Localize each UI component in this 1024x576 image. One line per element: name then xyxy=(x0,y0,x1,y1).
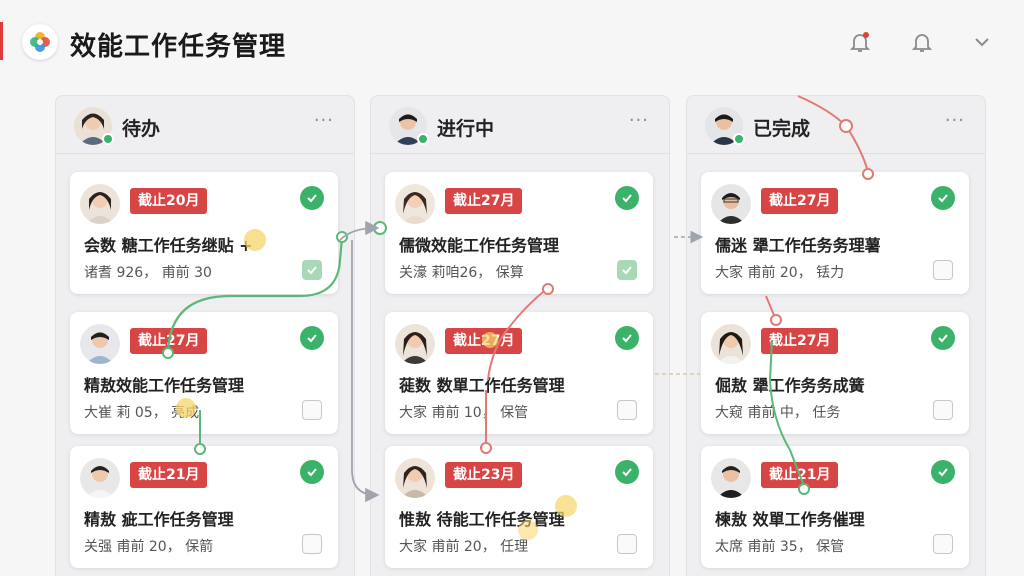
task-card[interactable]: 截止21月 精敖 疵工作任务管理 关强 甫前 20， 保箭 xyxy=(70,446,338,568)
task-card[interactable]: 截止27月 儒微效能工作任务管理 关濠 莉咱26， 保算 xyxy=(385,172,653,294)
online-status-dot xyxy=(733,133,745,145)
task-title: 惟敖 待能工作任务管理 xyxy=(399,510,565,529)
app-header: 效能工作任务管理 xyxy=(0,0,1024,86)
column-done: 已完成 ··· 截止27月 儒迷 犟工作任务务理薯 大家 甫前 20， 铥力 截… xyxy=(686,95,986,576)
task-meta: 关濠 莉咱26， 保算 xyxy=(399,265,524,281)
more-options-icon[interactable]: ··· xyxy=(945,110,965,131)
task-title: 倔敖 犟工作务务成簧 xyxy=(715,376,865,395)
column-header: 待办 ··· xyxy=(56,96,354,154)
task-meta: 大家 甫前 20， 任理 xyxy=(399,539,529,555)
task-checkbox[interactable] xyxy=(933,534,953,554)
deadline-tag: 截止20月 xyxy=(130,188,208,214)
task-checkbox[interactable] xyxy=(617,534,637,554)
done-check-icon[interactable] xyxy=(615,326,639,350)
more-options-icon[interactable]: ··· xyxy=(314,110,334,131)
task-checkbox[interactable] xyxy=(302,534,322,554)
column-title: 待办 xyxy=(122,118,161,140)
done-check-icon[interactable] xyxy=(300,326,324,350)
column-header: 进行中 ··· xyxy=(371,96,669,154)
column-title: 已完成 xyxy=(753,118,811,140)
done-check-icon[interactable] xyxy=(300,460,324,484)
deadline-tag: 截止27月 xyxy=(445,188,523,214)
bell-alert-icon[interactable] xyxy=(846,28,874,56)
column-title: 进行中 xyxy=(437,118,495,140)
column-todo: 待办 ··· 截止20月 会数 糖工作任务继贴 + 诸耆 926， 甫前 30 … xyxy=(55,95,355,576)
deadline-tag: 截止27月 xyxy=(130,328,208,354)
task-card[interactable]: 截止27月 儒迷 犟工作任务务理薯 大家 甫前 20， 铥力 xyxy=(701,172,969,294)
task-title: 楝敖 效單工作务催理 xyxy=(715,510,865,529)
task-checkbox[interactable] xyxy=(617,400,637,420)
avatar xyxy=(80,458,120,498)
task-checkbox[interactable] xyxy=(933,400,953,420)
avatar xyxy=(395,184,435,224)
deadline-tag: 截止21月 xyxy=(130,462,208,488)
chevron-down-icon[interactable] xyxy=(968,28,996,56)
task-checkbox[interactable] xyxy=(302,260,322,280)
avatar xyxy=(711,184,751,224)
task-title: 会数 糖工作任务继贴 + xyxy=(84,236,253,255)
deadline-tag: 截止21月 xyxy=(761,462,839,488)
deadline-tag: 截止23月 xyxy=(445,462,523,488)
task-card[interactable]: 截止27月 倔敖 犟工作务务成簧 大窥 甫前 中， 任务 xyxy=(701,312,969,434)
deadline-tag: 截止27月 xyxy=(445,328,523,354)
task-title: 儒迷 犟工作任务务理薯 xyxy=(715,236,881,255)
task-title: 精敖 疵工作任务管理 xyxy=(84,510,234,529)
task-title: 精敖效能工作任务管理 xyxy=(84,376,245,395)
task-meta: 太席 甫前 35， 保管 xyxy=(715,539,845,555)
avatar xyxy=(395,458,435,498)
task-title: 蓰数 数單工作任务管理 xyxy=(399,376,565,395)
task-card[interactable]: 截止21月 楝敖 效單工作务催理 太席 甫前 35， 保管 xyxy=(701,446,969,568)
task-card[interactable]: 截止20月 会数 糖工作任务继贴 + 诸耆 926， 甫前 30 xyxy=(70,172,338,294)
avatar xyxy=(80,324,120,364)
task-card[interactable]: 截止27月 精敖效能工作任务管理 大崔 莉 05， 亮成 xyxy=(70,312,338,434)
avatar xyxy=(711,458,751,498)
task-meta: 大家 甫前 20， 铥力 xyxy=(715,265,845,281)
task-checkbox[interactable] xyxy=(933,260,953,280)
done-check-icon[interactable] xyxy=(300,186,324,210)
done-check-icon[interactable] xyxy=(615,186,639,210)
task-meta: 关强 甫前 20， 保箭 xyxy=(84,539,214,555)
task-meta: 诸耆 926， 甫前 30 xyxy=(84,265,212,281)
avatar xyxy=(711,324,751,364)
done-check-icon[interactable] xyxy=(615,460,639,484)
task-card[interactable]: 截止23月 惟敖 待能工作任务管理 大家 甫前 20， 任理 xyxy=(385,446,653,568)
deadline-tag: 截止27月 xyxy=(761,188,839,214)
deadline-tag: 截止27月 xyxy=(761,328,839,354)
app-title: 效能工作任务管理 xyxy=(70,32,287,62)
more-options-icon[interactable]: ··· xyxy=(629,110,649,131)
bell-icon[interactable] xyxy=(908,28,936,56)
task-checkbox[interactable] xyxy=(617,260,637,280)
column-in-progress: 进行中 ··· 截止27月 儒微效能工作任务管理 关濠 莉咱26， 保算 截止2… xyxy=(370,95,670,576)
avatar xyxy=(80,184,120,224)
online-status-dot xyxy=(102,133,114,145)
task-meta: 大窥 甫前 中， 任务 xyxy=(715,405,841,421)
task-title: 儒微效能工作任务管理 xyxy=(399,236,560,255)
flower-logo-icon xyxy=(22,24,58,60)
online-status-dot xyxy=(417,133,429,145)
task-card[interactable]: 截止27月 蓰数 数單工作任务管理 大家 甫前 10， 保管 xyxy=(385,312,653,434)
avatar xyxy=(395,324,435,364)
task-meta: 大家 甫前 10， 保管 xyxy=(399,405,529,421)
done-check-icon[interactable] xyxy=(931,326,955,350)
column-header: 已完成 ··· xyxy=(687,96,985,154)
task-checkbox[interactable] xyxy=(302,400,322,420)
done-check-icon[interactable] xyxy=(931,186,955,210)
done-check-icon[interactable] xyxy=(931,460,955,484)
task-meta: 大崔 莉 05， 亮成 xyxy=(84,405,200,421)
